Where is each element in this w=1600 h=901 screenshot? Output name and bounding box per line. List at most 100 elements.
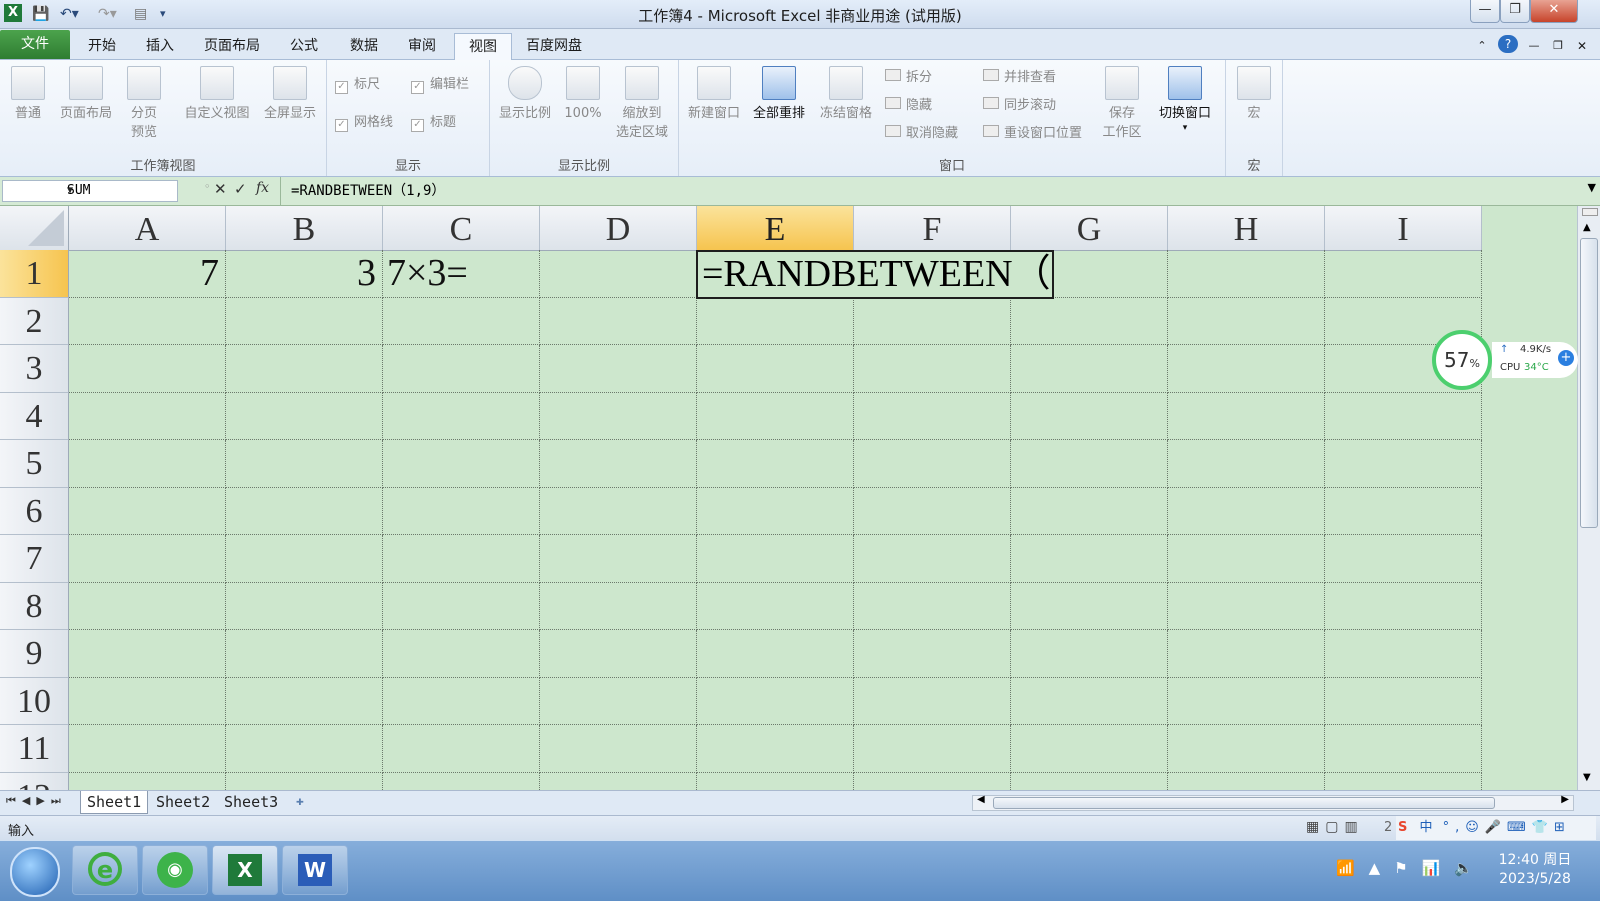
tab-formulas[interactable]: 公式 bbox=[280, 33, 328, 59]
cell-b10[interactable] bbox=[226, 677, 383, 725]
cell-e10[interactable] bbox=[697, 677, 854, 725]
cell-d2[interactable] bbox=[540, 297, 697, 345]
cell-c10[interactable] bbox=[383, 677, 540, 725]
cell-c11[interactable] bbox=[383, 725, 540, 773]
cell-a5[interactable] bbox=[69, 440, 226, 488]
close-button[interactable]: ✕ bbox=[1530, 0, 1578, 23]
save-workspace-button[interactable]: 保存 工作区 bbox=[1097, 66, 1147, 142]
cell-h1[interactable] bbox=[1168, 250, 1325, 298]
zoom-to-selection-button[interactable]: 缩放到 选定区域 bbox=[610, 66, 674, 142]
tab-review[interactable]: 审阅 bbox=[398, 33, 446, 59]
cell-c12[interactable] bbox=[383, 772, 540, 790]
cell-b5[interactable] bbox=[226, 440, 383, 488]
unhide-button[interactable]: 取消隐藏 bbox=[885, 124, 958, 144]
cell-e8[interactable] bbox=[697, 582, 854, 630]
cell-g2[interactable] bbox=[1011, 297, 1168, 345]
cell-c3[interactable] bbox=[383, 345, 540, 393]
cell-f12[interactable] bbox=[854, 772, 1011, 790]
cell-a2[interactable] bbox=[69, 297, 226, 345]
horizontal-scrollbar[interactable]: ◀ ▶ bbox=[972, 794, 1574, 811]
cell-h6[interactable] bbox=[1168, 487, 1325, 535]
cell-f4[interactable] bbox=[854, 392, 1011, 440]
cell-h5[interactable] bbox=[1168, 440, 1325, 488]
taskbar-word-button[interactable]: W bbox=[282, 845, 348, 895]
cell-a8[interactable] bbox=[69, 582, 226, 630]
ruler-checkbox[interactable]: ✓ 标尺 bbox=[335, 76, 380, 94]
expand-icon[interactable]: ◦ bbox=[204, 180, 211, 193]
cell-g12[interactable] bbox=[1011, 772, 1168, 790]
chevron-down-icon[interactable]: ▼ bbox=[67, 181, 173, 201]
cell-i11[interactable] bbox=[1325, 725, 1482, 773]
taskbar-wifi-app-button[interactable]: ◉ bbox=[142, 845, 208, 895]
cell-i4[interactable] bbox=[1325, 392, 1482, 440]
ime-toolbar[interactable]: S 中 °,☺🎤⌨👕⊞ bbox=[1396, 816, 1596, 840]
cell-b11[interactable] bbox=[226, 725, 383, 773]
cell-b2[interactable] bbox=[226, 297, 383, 345]
tab-home[interactable]: 开始 bbox=[78, 33, 126, 59]
cell-d6[interactable] bbox=[540, 487, 697, 535]
cell-i12[interactable] bbox=[1325, 772, 1482, 790]
cell-i6[interactable] bbox=[1325, 487, 1482, 535]
cell-c8[interactable] bbox=[383, 582, 540, 630]
cell-e11[interactable] bbox=[697, 725, 854, 773]
cell-b7[interactable] bbox=[226, 535, 383, 583]
cell-i8[interactable] bbox=[1325, 582, 1482, 630]
cell-h11[interactable] bbox=[1168, 725, 1325, 773]
cell-e12[interactable] bbox=[697, 772, 854, 790]
sheet-tab-1[interactable]: Sheet1 bbox=[80, 791, 149, 814]
cell-f5[interactable] bbox=[854, 440, 1011, 488]
cell-i7[interactable] bbox=[1325, 535, 1482, 583]
column-header-a[interactable]: A bbox=[69, 206, 226, 251]
cell-c1[interactable]: 7×3= bbox=[383, 250, 540, 298]
cell-c5[interactable] bbox=[383, 440, 540, 488]
cell-c7[interactable] bbox=[383, 535, 540, 583]
cell-c4[interactable] bbox=[383, 392, 540, 440]
side-by-side-button[interactable]: 并排查看 bbox=[983, 68, 1056, 88]
cell-b12[interactable] bbox=[226, 772, 383, 790]
worksheet-grid[interactable]: ABCDEFGHI 123456789101112 737×3= =RANDBE… bbox=[0, 206, 1577, 790]
cell-e6[interactable] bbox=[697, 487, 854, 535]
row-header-9[interactable]: 9 bbox=[0, 630, 69, 678]
cell-b9[interactable] bbox=[226, 630, 383, 678]
workbook-restore-icon[interactable]: ❐ bbox=[1550, 33, 1566, 59]
cell-e2[interactable] bbox=[697, 297, 854, 345]
minimize-button[interactable]: — bbox=[1470, 0, 1500, 23]
cell-g4[interactable] bbox=[1011, 392, 1168, 440]
column-header-h[interactable]: H bbox=[1168, 206, 1325, 251]
clock-date[interactable]: 2023/5/28 bbox=[1490, 871, 1580, 887]
column-header-f[interactable]: F bbox=[854, 206, 1011, 251]
tab-data[interactable]: 数据 bbox=[340, 33, 388, 59]
macros-button[interactable]: 宏 bbox=[1228, 66, 1280, 123]
cell-h8[interactable] bbox=[1168, 582, 1325, 630]
active-cell-editor[interactable]: =RANDBETWEEN（1,9） bbox=[696, 250, 1054, 299]
cell-e7[interactable] bbox=[697, 535, 854, 583]
reset-window-position-button[interactable]: 重设窗口位置 bbox=[983, 124, 1082, 144]
cell-i10[interactable] bbox=[1325, 677, 1482, 725]
scroll-up-icon[interactable]: ▲ bbox=[1583, 222, 1591, 233]
row-header-7[interactable]: 7 bbox=[0, 535, 69, 583]
cell-e5[interactable] bbox=[697, 440, 854, 488]
freeze-panes-button[interactable]: 冻结窗格 bbox=[815, 66, 877, 123]
system-monitor-widget[interactable]: 57% ↑ 4.9K/s CPU 34°C + bbox=[1432, 330, 1580, 394]
hide-button[interactable]: 隐藏 bbox=[885, 96, 932, 116]
help-icon[interactable]: ? bbox=[1498, 35, 1518, 53]
ime-tools-icons[interactable]: °,☺🎤⌨👕⊞ bbox=[1443, 820, 1571, 835]
vertical-scroll-thumb[interactable] bbox=[1580, 238, 1598, 528]
workbook-close-icon[interactable]: ✕ bbox=[1574, 33, 1590, 59]
cell-h9[interactable] bbox=[1168, 630, 1325, 678]
tab-insert[interactable]: 插入 bbox=[136, 33, 184, 59]
insert-sheet-icon[interactable]: ✚ bbox=[290, 791, 310, 813]
custom-views-button[interactable]: 自定义视图 bbox=[178, 66, 256, 123]
enter-icon[interactable]: ✓ bbox=[234, 180, 247, 198]
split-button[interactable]: 拆分 bbox=[885, 68, 932, 88]
cell-e3[interactable] bbox=[697, 345, 854, 393]
restore-button[interactable]: ❐ bbox=[1500, 0, 1530, 23]
plus-icon[interactable]: + bbox=[1558, 350, 1574, 366]
headings-checkbox[interactable]: ✓ 标题 bbox=[411, 114, 456, 132]
cell-e9[interactable] bbox=[697, 630, 854, 678]
cell-f10[interactable] bbox=[854, 677, 1011, 725]
row-header-10[interactable]: 10 bbox=[0, 677, 69, 725]
split-handle[interactable] bbox=[1582, 208, 1598, 216]
cell-f3[interactable] bbox=[854, 345, 1011, 393]
clock-time[interactable]: 12:40 周日 bbox=[1490, 849, 1580, 869]
